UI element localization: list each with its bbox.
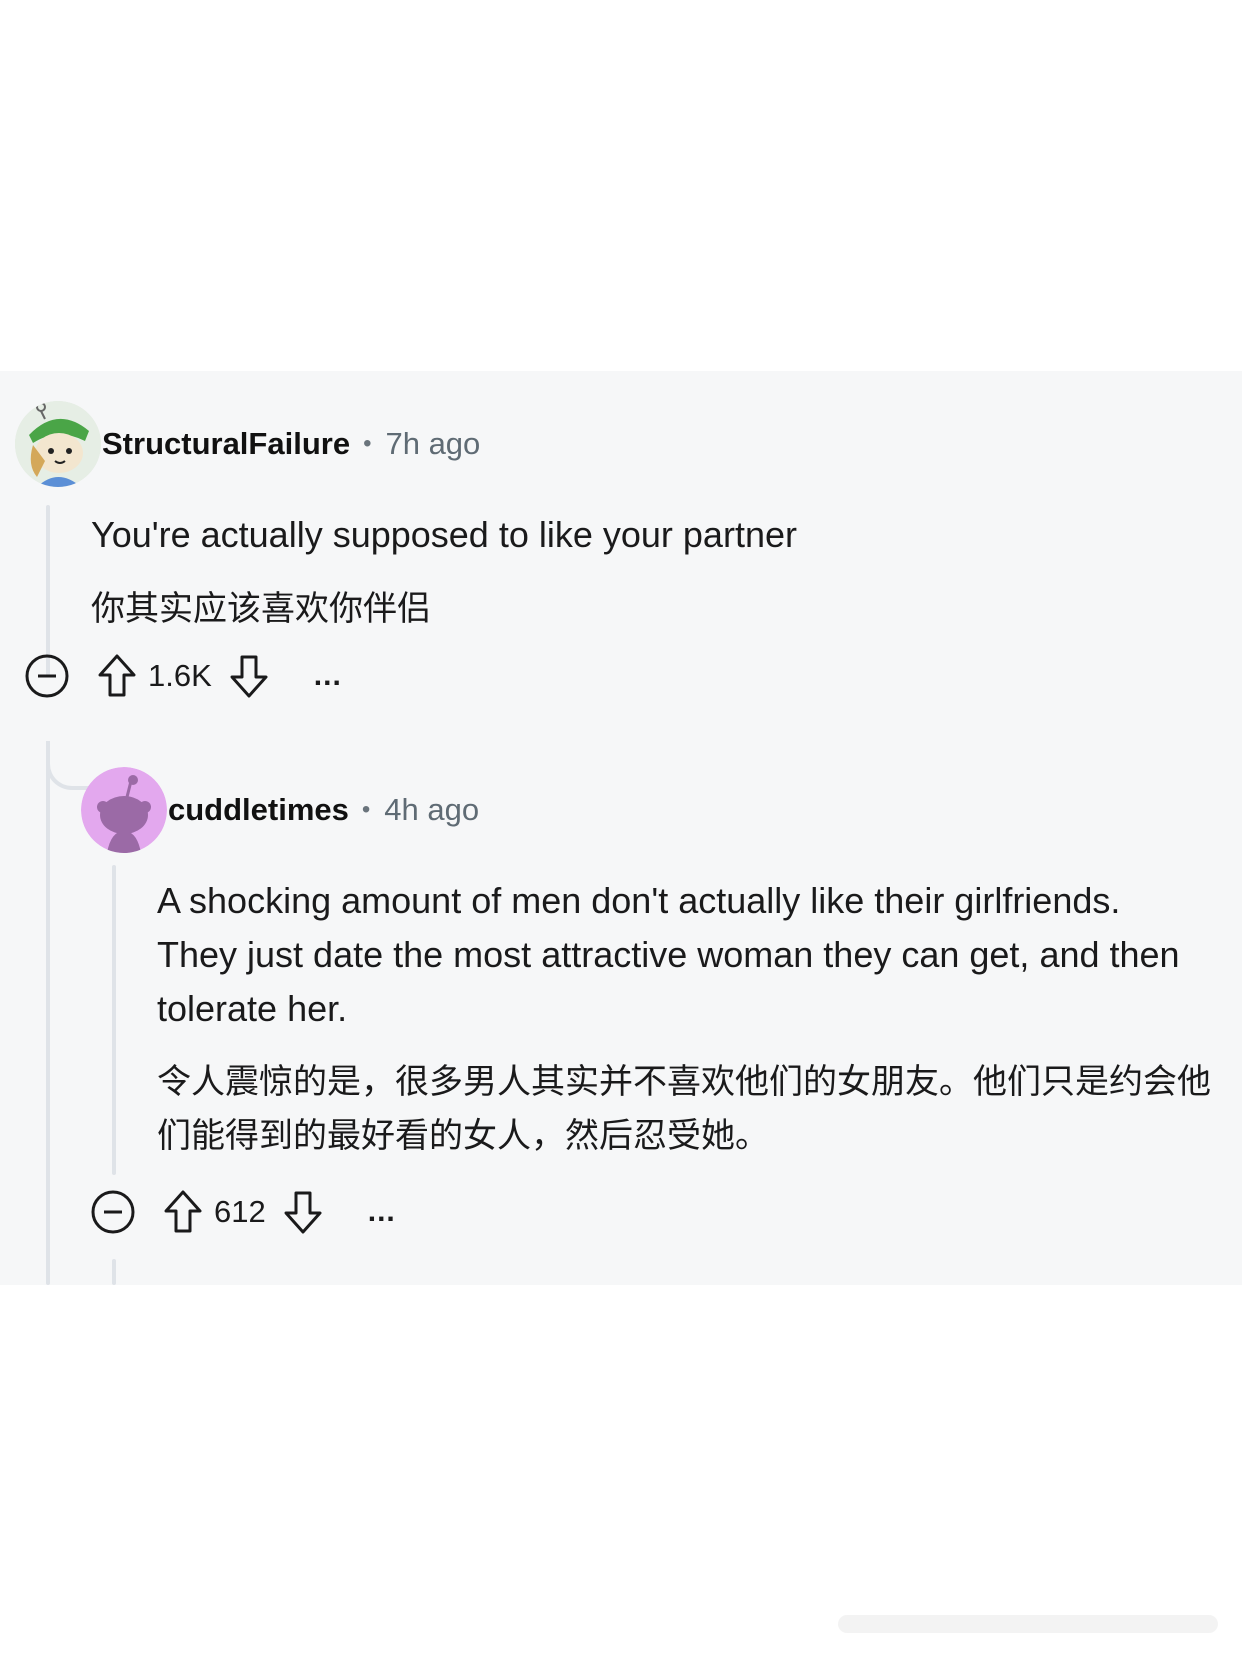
minus-circle-icon[interactable] xyxy=(90,1189,136,1235)
thread-line-2-lower[interactable] xyxy=(112,1259,116,1285)
comment-thread: StructuralFailure • 7h ago You're actual… xyxy=(0,371,1242,1285)
downvote-arrow-down-icon[interactable] xyxy=(282,1189,324,1235)
upvote-arrow-up-icon[interactable] xyxy=(96,653,138,699)
comment-body-zh: 你其实应该喜欢你伴侣 xyxy=(91,589,431,629)
thread-line-2[interactable] xyxy=(112,865,116,1175)
comment-actions: 1.6K ... xyxy=(24,651,342,701)
comment-meta: StructuralFailure • 7h ago xyxy=(102,423,480,465)
ellipsis-icon[interactable]: ... xyxy=(368,1195,396,1229)
username[interactable]: cuddletimes xyxy=(168,792,349,828)
comment-body-zh: 令人震惊的是，很多男人其实并不喜欢他们的女朋友。他们只是约会他们能得到的最好看的… xyxy=(157,1062,1211,1156)
comment-actions: 612 ... xyxy=(90,1187,396,1237)
comment-body-en: A shocking amount of men don't actually … xyxy=(157,880,1180,1029)
timestamp[interactable]: 7h ago xyxy=(385,426,480,462)
vote-count: 1.6K xyxy=(148,658,212,693)
meta-separator: • xyxy=(363,430,372,457)
comment-meta: cuddletimes • 4h ago xyxy=(168,789,479,831)
watermark-mark xyxy=(838,1609,1218,1644)
upvote-arrow-up-icon[interactable] xyxy=(162,1189,204,1235)
avatar-icon[interactable] xyxy=(81,767,167,853)
thread-line-1-lower[interactable] xyxy=(46,741,50,1285)
reply-connector xyxy=(46,741,90,790)
meta-separator: • xyxy=(361,796,371,823)
username[interactable]: StructuralFailure xyxy=(102,426,350,462)
ellipsis-icon[interactable]: ... xyxy=(314,659,342,693)
vote-count: 612 xyxy=(214,1194,266,1229)
comment-body-en: You're actually supposed to like your pa… xyxy=(91,514,797,555)
minus-circle-icon[interactable] xyxy=(24,653,70,699)
timestamp[interactable]: 4h ago xyxy=(384,792,479,828)
avatar-icon[interactable] xyxy=(15,401,101,487)
downvote-arrow-down-icon[interactable] xyxy=(228,653,270,699)
